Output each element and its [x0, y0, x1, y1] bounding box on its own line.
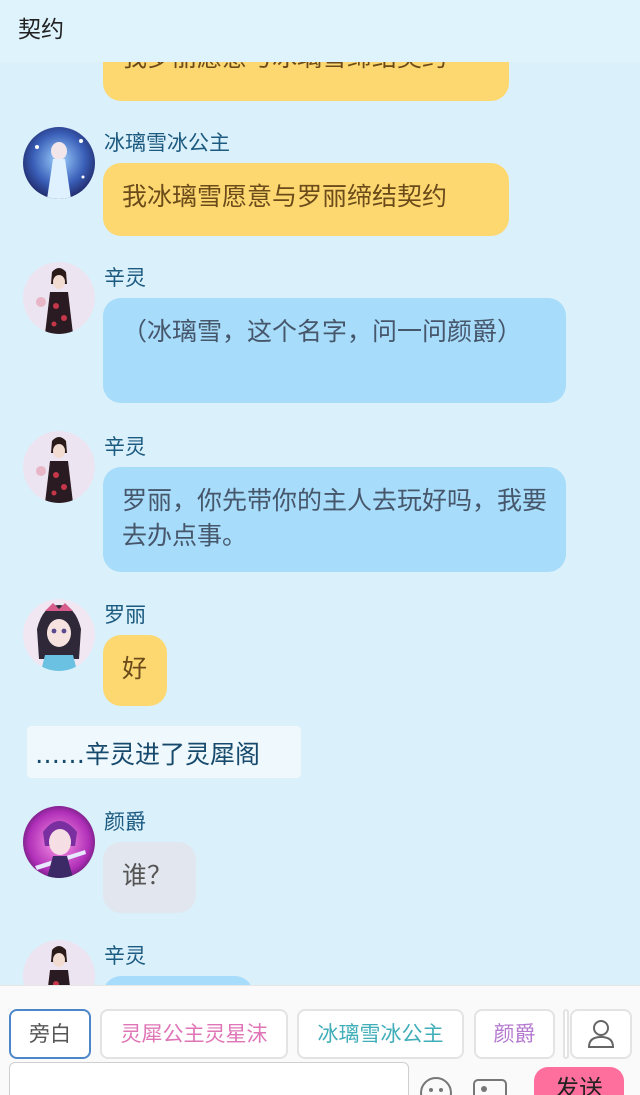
avatar[interactable]: [23, 940, 95, 985]
message-bubble: 好: [103, 635, 167, 706]
chat-area[interactable]: 我罗丽愿意与冰璃雪缔结契约 冰璃雪冰公主 我冰璃雪愿意与罗丽缔结契约: [0, 0, 640, 985]
narration-message: ……辛灵进了灵犀阁: [27, 726, 301, 778]
sender-name: 颜爵: [104, 810, 146, 834]
avatar[interactable]: [23, 431, 95, 503]
sender-name: 冰璃雪冰公主: [104, 131, 230, 155]
emoji-icon[interactable]: [419, 1076, 453, 1095]
role-chip-partial[interactable]: [563, 1009, 569, 1059]
page-title: 契约: [18, 17, 64, 43]
message-bubble: 谁？: [103, 842, 196, 913]
input-toolbar: 旁白 灵犀公主灵星沫 冰璃雪冰公主 颜爵 发送: [0, 985, 640, 1095]
sender-name: 辛灵: [104, 944, 146, 968]
message-bubble: （冰璃雪，这个名字，问一问颜爵）: [103, 298, 566, 403]
role-chip-narrator[interactable]: 旁白: [9, 1009, 91, 1059]
avatar[interactable]: [23, 806, 95, 878]
user-select-button[interactable]: [570, 1009, 632, 1059]
message-bubble: 罗丽，你先带你的主人去玩好吗，我要去办点事。: [103, 467, 566, 572]
sender-name: 辛灵: [104, 266, 146, 290]
message-bubble: [103, 976, 253, 985]
send-button[interactable]: 发送: [534, 1067, 624, 1095]
message-input[interactable]: [9, 1062, 409, 1095]
user-icon: [587, 1020, 615, 1048]
avatar[interactable]: [23, 599, 95, 671]
avatar[interactable]: [23, 262, 95, 334]
image-icon[interactable]: [472, 1076, 508, 1095]
role-chip-yanjue[interactable]: 颜爵: [474, 1009, 555, 1059]
avatar[interactable]: [23, 127, 95, 199]
role-chip-binglixue[interactable]: 冰璃雪冰公主: [297, 1009, 464, 1059]
sender-name: 辛灵: [104, 435, 146, 459]
role-chip-lingxi[interactable]: 灵犀公主灵星沫: [100, 1009, 288, 1059]
message-bubble: 我冰璃雪愿意与罗丽缔结契约: [103, 163, 509, 236]
header-bar: 契约: [0, 0, 640, 62]
sender-name: 罗丽: [104, 603, 146, 627]
